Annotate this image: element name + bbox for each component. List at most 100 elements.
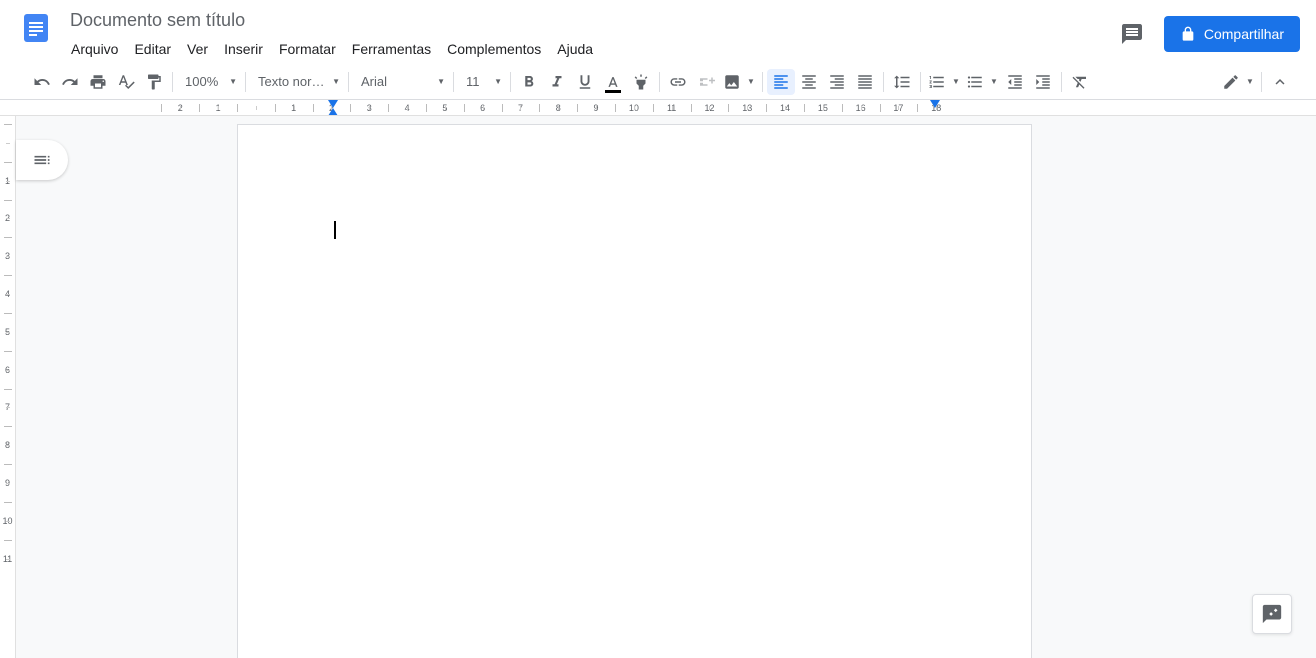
ruler-v-ticks: 211234567891011 bbox=[0, 116, 15, 578]
menu-help[interactable]: Ajuda bbox=[550, 37, 600, 61]
indent-marker-right[interactable] bbox=[930, 100, 940, 108]
font-size-value: 11 bbox=[466, 74, 480, 89]
highlight-color-button[interactable] bbox=[627, 69, 655, 95]
underline-icon bbox=[576, 73, 594, 91]
align-center-icon bbox=[800, 73, 818, 91]
horizontal-ruler[interactable]: 21123456789101112131415161718 bbox=[0, 100, 1316, 116]
share-label: Compartilhar bbox=[1204, 26, 1284, 42]
spellcheck-button[interactable] bbox=[112, 69, 140, 95]
add-comment-button[interactable] bbox=[692, 69, 720, 95]
vertical-ruler[interactable]: 211234567891011 bbox=[0, 116, 16, 658]
underline-button[interactable] bbox=[571, 69, 599, 95]
bulleted-list-combo: ▼ bbox=[963, 69, 1001, 95]
menu-file[interactable]: Arquivo bbox=[64, 37, 125, 61]
image-icon bbox=[723, 73, 741, 91]
bulleted-list-icon bbox=[966, 73, 984, 91]
font-size-dropdown[interactable]: 11 ▼ bbox=[458, 69, 506, 95]
collapse-toolbar-button[interactable] bbox=[1266, 69, 1294, 95]
insert-image-button[interactable] bbox=[720, 69, 744, 95]
document-title[interactable]: Documento sem título bbox=[64, 8, 1112, 33]
clear-formatting-button[interactable] bbox=[1066, 69, 1094, 95]
menu-tools[interactable]: Ferramentas bbox=[345, 37, 438, 61]
zoom-value: 100% bbox=[185, 74, 218, 89]
chevron-up-icon bbox=[1271, 73, 1289, 91]
editing-mode-dropdown[interactable]: ▼ bbox=[1243, 69, 1257, 95]
style-value: Texto norm… bbox=[258, 74, 328, 89]
highlighter-icon bbox=[632, 73, 650, 91]
menubar: Arquivo Editar Ver Inserir Formatar Ferr… bbox=[64, 37, 1112, 61]
document-outline-toggle[interactable] bbox=[16, 140, 68, 180]
menu-format[interactable]: Formatar bbox=[272, 37, 343, 61]
page-scroll-container[interactable] bbox=[16, 116, 1316, 658]
menu-insert[interactable]: Inserir bbox=[217, 37, 270, 61]
decrease-indent-button[interactable] bbox=[1001, 69, 1029, 95]
toolbar-separator bbox=[659, 72, 660, 92]
chevron-down-icon: ▼ bbox=[747, 77, 755, 86]
align-right-button[interactable] bbox=[823, 69, 851, 95]
line-spacing-button[interactable] bbox=[888, 69, 916, 95]
increase-indent-button[interactable] bbox=[1029, 69, 1057, 95]
toolbar: 100%▼ Texto norm… ▼ Arial ▼ 11 ▼ ▼ ▼ ▼ ▼ bbox=[0, 64, 1316, 100]
menu-view[interactable]: Ver bbox=[180, 37, 215, 61]
undo-icon bbox=[33, 73, 51, 91]
align-justify-icon bbox=[856, 73, 874, 91]
numbered-list-icon bbox=[928, 73, 946, 91]
chevron-down-icon: ▼ bbox=[494, 77, 502, 86]
italic-icon bbox=[548, 73, 566, 91]
redo-icon bbox=[61, 73, 79, 91]
paint-format-button[interactable] bbox=[140, 69, 168, 95]
page-content[interactable] bbox=[334, 221, 935, 239]
document-page[interactable] bbox=[237, 124, 1032, 658]
outline-icon bbox=[32, 150, 52, 170]
align-left-icon bbox=[772, 73, 790, 91]
align-left-button[interactable] bbox=[767, 69, 795, 95]
align-right-icon bbox=[828, 73, 846, 91]
font-value: Arial bbox=[361, 74, 387, 89]
chevron-down-icon: ▼ bbox=[437, 77, 445, 86]
bold-button[interactable] bbox=[515, 69, 543, 95]
explore-button[interactable] bbox=[1252, 594, 1292, 634]
chevron-down-icon: ▼ bbox=[990, 77, 998, 86]
link-icon bbox=[669, 73, 687, 91]
insert-image-dropdown[interactable]: ▼ bbox=[744, 69, 758, 95]
numbered-list-combo: ▼ bbox=[925, 69, 963, 95]
chevron-down-icon: ▼ bbox=[332, 77, 340, 86]
paragraph-style-dropdown[interactable]: Texto norm… ▼ bbox=[250, 69, 344, 95]
editing-mode-button[interactable] bbox=[1219, 69, 1243, 95]
text-color-swatch bbox=[605, 90, 621, 93]
zoom-dropdown[interactable]: 100%▼ bbox=[177, 69, 241, 95]
align-center-button[interactable] bbox=[795, 69, 823, 95]
indent-marker-first-line[interactable] bbox=[328, 100, 338, 108]
numbered-list-dropdown[interactable]: ▼ bbox=[949, 69, 963, 95]
share-button[interactable]: Compartilhar bbox=[1164, 16, 1300, 52]
print-icon bbox=[89, 73, 107, 91]
text-cursor bbox=[334, 221, 336, 239]
chevron-down-icon: ▼ bbox=[952, 77, 960, 86]
insert-link-button[interactable] bbox=[664, 69, 692, 95]
bulleted-list-button[interactable] bbox=[963, 69, 987, 95]
font-dropdown[interactable]: Arial ▼ bbox=[353, 69, 449, 95]
editing-mode-combo: ▼ bbox=[1219, 69, 1257, 95]
app-header: Documento sem título Arquivo Editar Ver … bbox=[0, 0, 1316, 64]
indent-marker-left[interactable] bbox=[328, 108, 338, 116]
menu-addons[interactable]: Complementos bbox=[440, 37, 548, 61]
explore-icon bbox=[1261, 603, 1283, 625]
lock-icon bbox=[1180, 26, 1196, 42]
italic-button[interactable] bbox=[543, 69, 571, 95]
text-color-button[interactable] bbox=[599, 69, 627, 95]
redo-button[interactable] bbox=[56, 69, 84, 95]
toolbar-separator bbox=[1261, 72, 1262, 92]
text-color-icon bbox=[604, 75, 622, 89]
bulleted-list-dropdown[interactable]: ▼ bbox=[987, 69, 1001, 95]
indent-increase-icon bbox=[1034, 73, 1052, 91]
menu-edit[interactable]: Editar bbox=[127, 37, 178, 61]
undo-button[interactable] bbox=[28, 69, 56, 95]
print-button[interactable] bbox=[84, 69, 112, 95]
docs-logo[interactable] bbox=[16, 8, 56, 48]
align-justify-button[interactable] bbox=[851, 69, 879, 95]
spellcheck-icon bbox=[117, 73, 135, 91]
comments-button[interactable] bbox=[1112, 14, 1152, 54]
numbered-list-button[interactable] bbox=[925, 69, 949, 95]
add-comment-icon bbox=[697, 73, 715, 91]
comment-icon bbox=[1120, 22, 1144, 46]
